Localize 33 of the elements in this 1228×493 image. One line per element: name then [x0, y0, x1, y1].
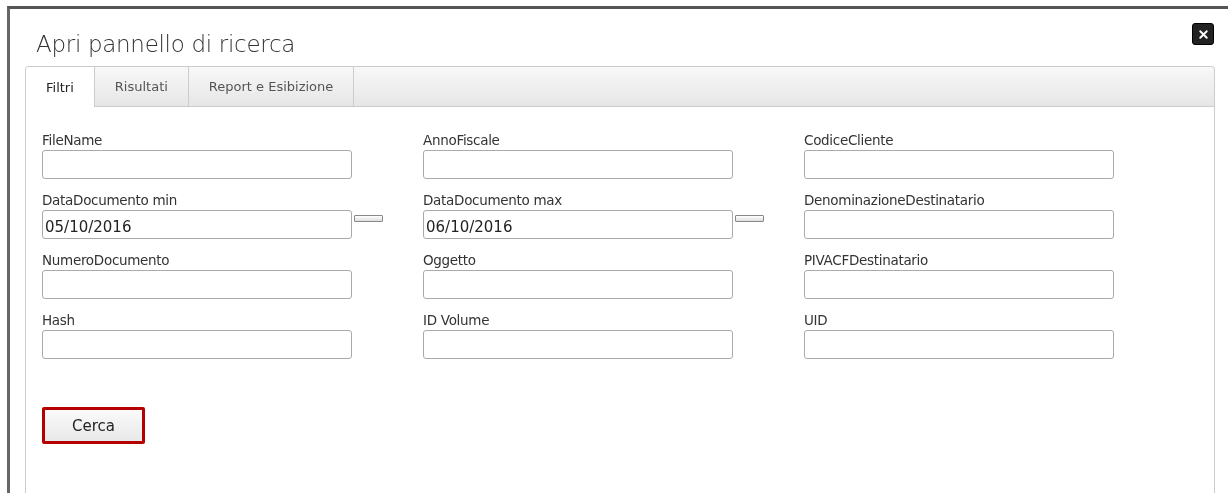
datepicker-button[interactable]	[735, 215, 764, 222]
input-field[interactable]	[42, 150, 352, 179]
tab[interactable]: Filtri	[26, 67, 95, 107]
input-field[interactable]	[804, 270, 1114, 299]
field-label: ID Volume	[423, 311, 491, 330]
datepicker-button[interactable]	[354, 215, 383, 222]
field-label: NumeroDocumento	[42, 251, 171, 270]
input-field[interactable]	[804, 150, 1114, 179]
close-icon	[1196, 27, 1210, 41]
input-field[interactable]	[804, 330, 1114, 359]
date-field[interactable]: 05/10/2016	[42, 210, 352, 239]
input-field[interactable]	[42, 270, 352, 299]
close-button[interactable]	[1192, 23, 1214, 45]
input-field[interactable]	[423, 150, 733, 179]
field-label: Oggetto	[423, 251, 477, 270]
input-field[interactable]	[804, 210, 1114, 239]
field-label: UID	[804, 311, 829, 330]
field-label: PIVACFDestinatario	[804, 251, 930, 270]
tab[interactable]: Risultati	[94, 67, 189, 106]
field-label: Hash	[42, 311, 76, 330]
date-field[interactable]: 06/10/2016	[423, 210, 733, 239]
search-button[interactable]: Cerca	[42, 407, 145, 444]
dialog-title: Apri pannello di ricerca	[36, 30, 296, 59]
field-label: DataDocumento max	[423, 191, 564, 210]
input-field[interactable]	[42, 330, 352, 359]
input-field[interactable]	[423, 330, 733, 359]
field-label: AnnoFiscale	[423, 131, 501, 150]
input-field[interactable]	[423, 270, 733, 299]
field-label: DenominazioneDestinatario	[804, 191, 986, 210]
field-label: DataDocumento min	[42, 191, 179, 210]
field-label: FileName	[42, 131, 104, 150]
field-label: CodiceCliente	[804, 131, 895, 150]
tab[interactable]: Report e Esibizione	[188, 67, 355, 106]
